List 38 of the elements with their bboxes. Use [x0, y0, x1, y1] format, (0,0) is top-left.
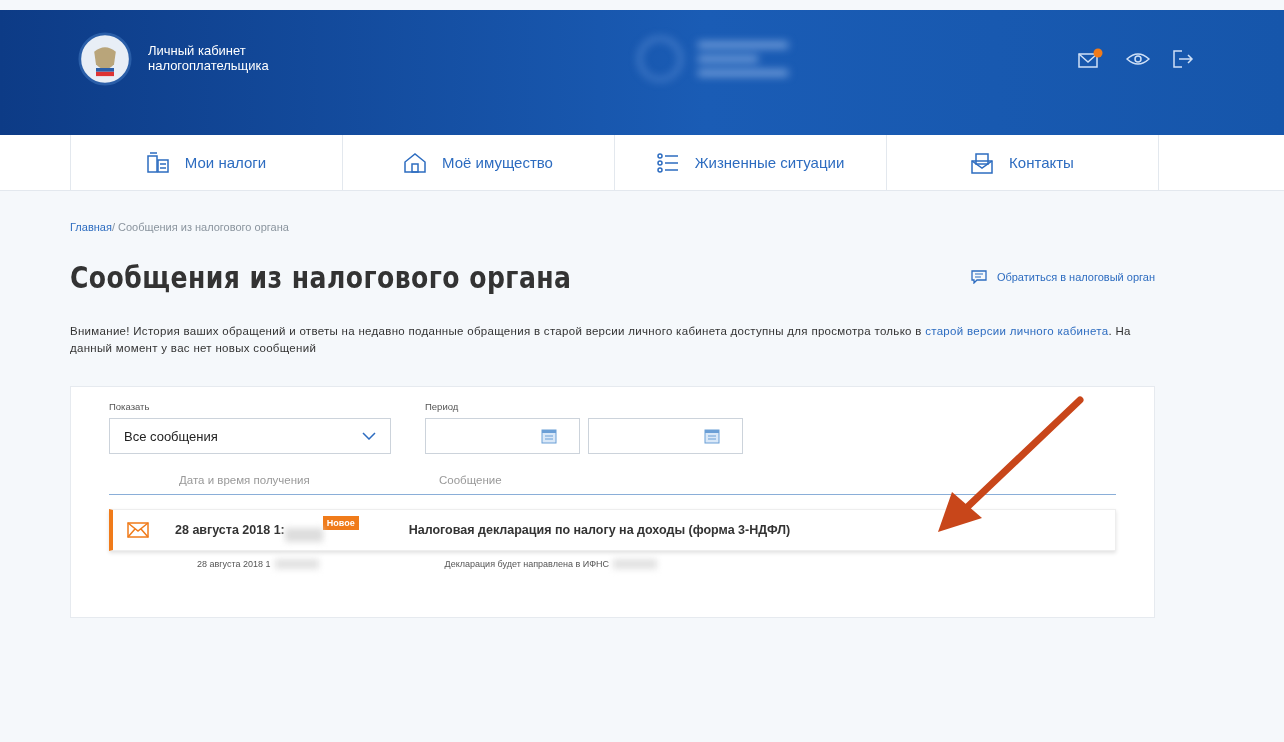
notice-text: Внимание! История ваших обращений и ответы на недавно поданные обращения в старой версии личного кабинета доступны для просмотра только в старой версии личного кабинета. На данный момент у вас нет новых сообщений — [70, 324, 1132, 356]
eye-icon[interactable] — [1126, 50, 1150, 67]
nav-tab[interactable]: Контакты — [886, 135, 1158, 190]
site-title: Личный кабинет налогоплательщика — [148, 43, 270, 74]
date-field[interactable] — [588, 418, 743, 455]
chevron-down-icon — [362, 432, 376, 441]
date-field[interactable] — [425, 418, 580, 455]
nav-tab[interactable]: Моё имущество — [342, 135, 614, 190]
message-status: Декларация будет направлена в ИФНС — [444, 559, 609, 570]
period-label: Период — [425, 401, 460, 413]
emblem-icon — [78, 31, 132, 86]
calendar-icon — [541, 428, 557, 445]
house-icon — [404, 151, 427, 174]
column-header: Сообщение — [439, 474, 502, 487]
envelope-icon — [127, 522, 149, 539]
nav-tab[interactable]: Жизненные ситуации — [614, 135, 886, 190]
blurred-text — [613, 559, 657, 570]
envelope-icon — [971, 151, 994, 174]
message-filter-dropdown[interactable]: Все сообщения — [109, 418, 391, 455]
breadcrumb-current: / Сообщения из налогового органа — [111, 221, 289, 233]
logout-icon[interactable] — [1172, 49, 1194, 68]
contact-link[interactable]: Обратиться в налоговый орган — [970, 270, 1155, 284]
message-date: 28 августа 2018 1 — [197, 559, 271, 570]
calendar-icon — [704, 428, 720, 445]
message-title: Налоговая декларация по налогу на доходы (форма 3-НДФЛ) — [408, 523, 791, 538]
chat-icon — [970, 270, 987, 284]
blurred-time — [274, 559, 319, 570]
blurred-time — [284, 528, 323, 543]
document-icon — [146, 151, 169, 174]
mail-icon[interactable] — [1078, 47, 1104, 70]
new-badge: Новое — [322, 516, 359, 531]
list-icon — [656, 151, 679, 174]
column-header: Дата и время получения — [179, 474, 311, 487]
nav-tab[interactable]: Мои налоги — [70, 135, 342, 190]
breadcrumb-link[interactable]: Главная — [70, 221, 112, 233]
message-date: 28 августа 2018 1: — [175, 523, 285, 538]
page-title: Сообщения из налогового органа — [70, 259, 572, 295]
show-label: Показать — [109, 401, 151, 413]
